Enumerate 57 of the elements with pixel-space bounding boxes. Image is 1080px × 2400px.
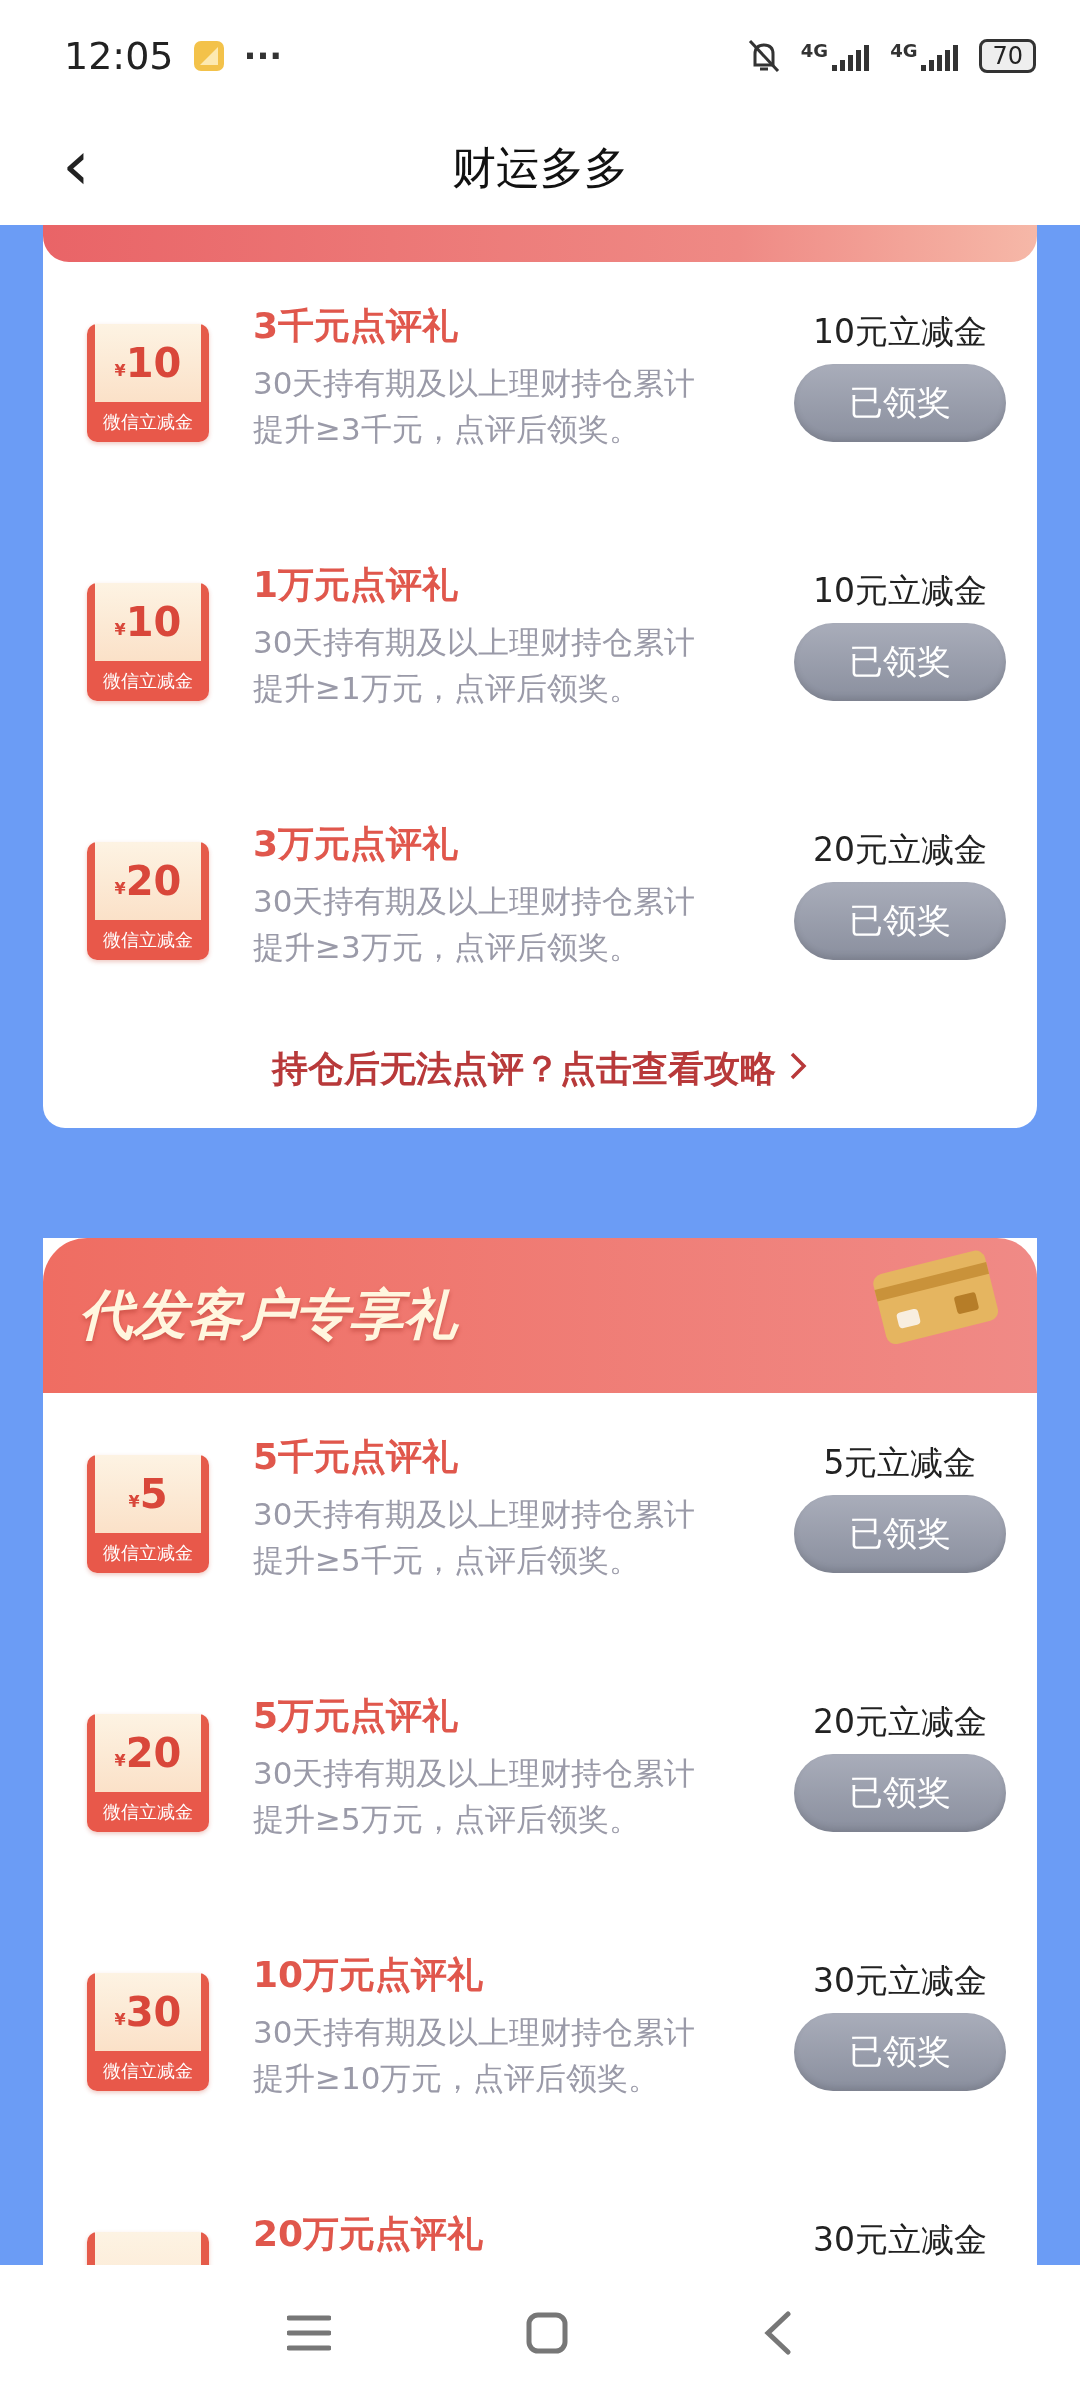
reward-description: 30天持有期及以上理财持仓累计提升≥3万元，点评后领奖。	[253, 882, 697, 967]
reward-title: 5万元点评礼	[253, 1694, 460, 1738]
reward-title: 10万元点评礼	[253, 1953, 485, 1997]
back-button[interactable]: ‹	[52, 130, 100, 200]
coupon-amount: 5	[139, 1471, 168, 1517]
coupon-label: 微信立减金	[87, 920, 209, 960]
chevron-right-icon	[788, 1051, 809, 1081]
claim-button[interactable]: 已领奖	[794, 623, 1006, 701]
currency-sign: ¥	[114, 1750, 126, 1770]
reward-description: 30天持有期及以上理财持仓累计提升≥3千元，点评后领奖。	[253, 364, 697, 449]
back-icon[interactable]	[762, 2310, 793, 2355]
coupon-label: 微信立减金	[87, 2051, 209, 2091]
currency-sign: ¥	[114, 878, 126, 898]
section-title: 代发客户专享礼	[79, 1282, 457, 1348]
reward-title: 3万元点评礼	[253, 822, 460, 866]
currency-sign: ¥	[114, 360, 126, 380]
reward-amount: 20元立减金	[813, 829, 987, 871]
currency-sign: ¥	[114, 2009, 126, 2029]
currency-sign: ¥	[114, 619, 126, 639]
guide-link[interactable]: 持仓后无法点评？点击查看攻略	[43, 1039, 1037, 1128]
coupon-label: 微信立减金	[87, 402, 209, 442]
reward-title: 3千元点评礼	[253, 304, 460, 348]
coupon-amount: 10	[125, 340, 182, 386]
more-notifications: ···	[243, 36, 283, 76]
coupon-label: 微信立减金	[87, 1533, 209, 1573]
reward-description: 30天持有期及以上理财持仓累计提升≥1万元，点评后领奖。	[253, 623, 697, 708]
reward-amount: 10元立减金	[813, 570, 987, 612]
notification-icon	[191, 39, 226, 73]
reward-amount: 20元立减金	[813, 1701, 987, 1743]
network-type: 4G	[800, 40, 829, 61]
reward-title: 20万元点评礼	[253, 2212, 485, 2256]
reward-description: 30天持有期及以上理财持仓累计提升≥5千元，点评后领奖。	[253, 1495, 697, 1580]
coupon-amount: 20	[125, 858, 182, 904]
reward-description: 30天持有期及以上理财持仓累计提升≥10万元，点评后领奖。	[253, 2013, 697, 2098]
coupon-amount: 10	[125, 599, 182, 645]
battery-indicator: 70	[979, 39, 1036, 73]
coupon-amount: 20	[125, 1730, 182, 1776]
status-time: 12:05	[64, 34, 174, 78]
page-title: 财运多多	[452, 141, 628, 195]
claim-button[interactable]: 已领奖	[794, 1495, 1006, 1573]
reward-amount: 30元立减金	[813, 1960, 987, 2002]
coupon-label: 微信立减金	[87, 1792, 209, 1832]
coupon-label: 微信立减金	[87, 661, 209, 701]
home-icon[interactable]	[526, 2311, 568, 2354]
reward-amount: 30元立减金	[813, 2219, 987, 2261]
network-type: 4G	[890, 40, 918, 61]
currency-sign: ¥	[128, 1491, 140, 1511]
claim-button[interactable]: 已领奖	[794, 364, 1006, 442]
reward-description: 30天持有期及以上理财持仓累计提升≥5万元，点评后领奖。	[253, 1754, 697, 1839]
claim-button[interactable]: 已领奖	[794, 882, 1006, 960]
reward-amount: 5元立减金	[823, 1442, 977, 1484]
reward-title: 1万元点评礼	[253, 563, 460, 607]
claim-button[interactable]: 已领奖	[794, 2013, 1006, 2091]
reward-title: 5千元点评礼	[253, 1435, 460, 1479]
claim-button[interactable]: 已领奖	[794, 1754, 1006, 1832]
coupon-amount: 30	[125, 1989, 182, 2035]
reward-amount: 10元立减金	[813, 311, 987, 353]
